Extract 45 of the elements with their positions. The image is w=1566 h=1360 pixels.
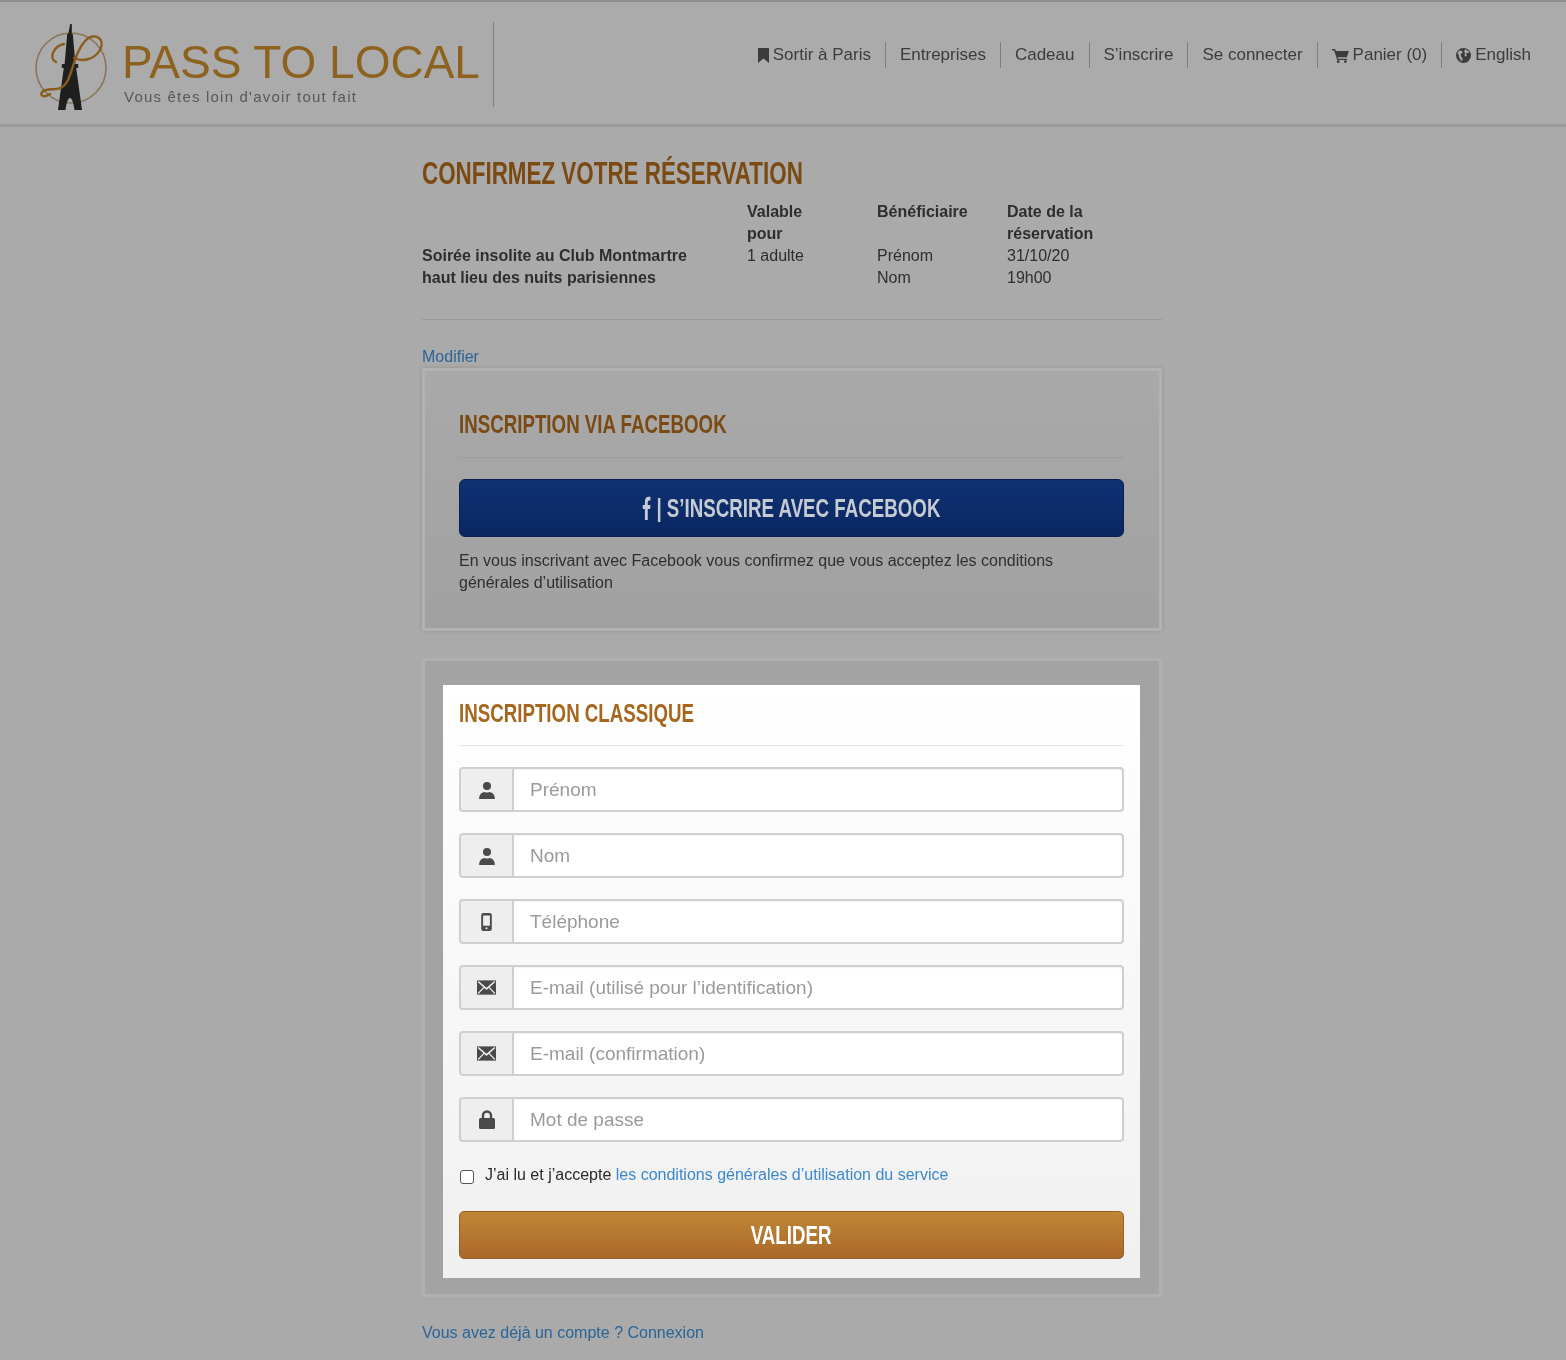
terms-text: J’ai lu et j’accepte les conditions générales d’utilisation du service	[485, 1165, 949, 1185]
nav-link[interactable]: S’inscrire	[1103, 45, 1174, 65]
page-title: CONFIRMEZ VOTRE RÉSERVATION	[422, 155, 803, 191]
terms-checkbox[interactable]	[460, 1170, 474, 1184]
phone-icon	[459, 899, 514, 944]
section-title: INSCRIPTION VIA FACEBOOK	[459, 409, 727, 439]
lock-icon	[459, 1097, 514, 1142]
column-header: Date de la réservation	[1007, 202, 1095, 244]
nav-link[interactable]: Cadeau	[1014, 45, 1075, 65]
person-icon	[459, 833, 514, 878]
logo-title: PASS TO LOCAL	[122, 39, 480, 85]
table-cell-text: Nom	[877, 268, 911, 288]
submit-button[interactable]: VALIDER	[459, 1211, 1124, 1259]
globe-icon	[1456, 47, 1472, 63]
table-cell-text: 31/10/20	[1007, 246, 1070, 266]
f-logo-icon	[642, 496, 651, 520]
nav-link[interactable]: Entreprises	[899, 45, 986, 65]
nav-link[interactable]: Sortir à Paris	[757, 45, 871, 65]
phone-field[interactable]: Téléphone	[514, 899, 1124, 944]
name-field[interactable]: Nom	[514, 833, 1124, 878]
section-title: INSCRIPTION CLASSIQUE	[459, 698, 695, 728]
cart-icon	[1331, 47, 1349, 63]
login-link[interactable]: Vous avez déjà un compte ? Connexion	[422, 1324, 704, 1341]
facebook-terms-note: En vous inscrivant avec Facebook vous confirmez que vous acceptez les conditions générales d’utilisation	[459, 551, 1055, 593]
nav-link[interactable]: English	[1456, 45, 1531, 65]
name-field[interactable]: Prénom	[514, 767, 1124, 812]
envelope-icon	[459, 1031, 514, 1076]
nav-link[interactable]: Se connecter	[1202, 45, 1303, 65]
offer-name: Soirée insolite au Club Montmartre haut lieu des nuits parisiennes	[422, 246, 687, 288]
envelope-icon	[459, 965, 514, 1010]
table-cell-text: Prénom	[877, 246, 934, 266]
modify-link[interactable]: Modifier	[422, 348, 479, 365]
facebook-signup-button[interactable]: | S’INSCRIRE AVEC FACEBOOK	[459, 479, 1124, 537]
table-cell-text: 19h00	[1007, 268, 1052, 288]
column-header: Valable pour	[747, 202, 804, 244]
column-header: Bénéficiaire	[877, 202, 968, 222]
table-cell-text: 1 adulte	[747, 246, 804, 266]
person-icon	[459, 767, 514, 812]
terms-link[interactable]: les conditions générales d’utilisation du service	[615, 1166, 949, 1183]
nav-link[interactable]: Panier (0)	[1331, 45, 1428, 65]
bookmark-icon	[757, 47, 769, 63]
email-field[interactable]: E-mail (utilisé pour l’identification)	[514, 965, 1124, 1010]
logo-tagline: Vous êtes loin d'avoir tout fait	[124, 88, 359, 106]
password-field[interactable]: Mot de passe	[514, 1097, 1124, 1142]
email-field[interactable]: E-mail (confirmation)	[514, 1031, 1124, 1076]
